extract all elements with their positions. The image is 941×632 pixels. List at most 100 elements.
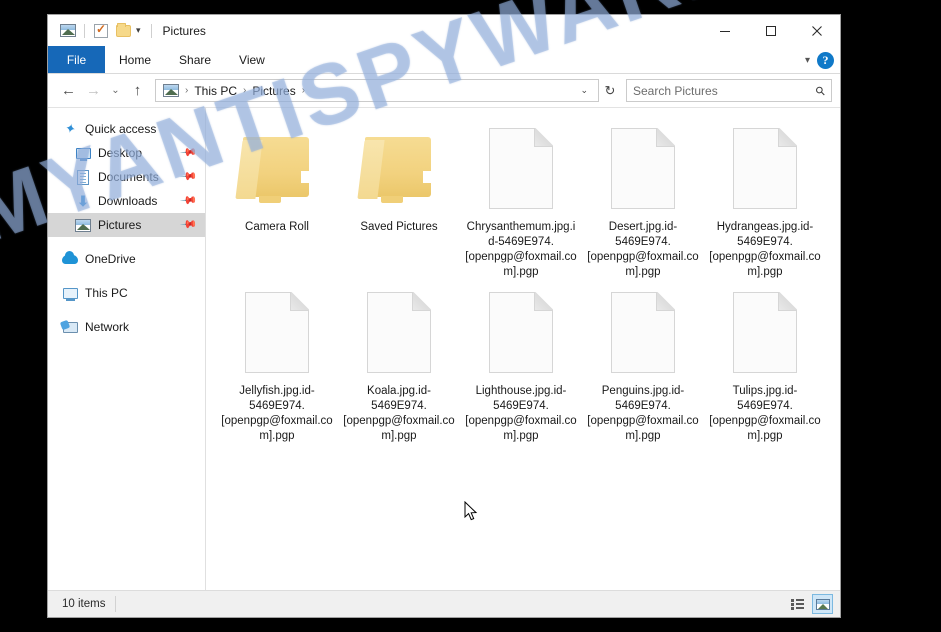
recent-locations-icon[interactable]: ⌄ (106, 78, 125, 103)
tab-view[interactable]: View (225, 46, 279, 73)
sidebar-label-quick-access: Quick access (85, 122, 157, 136)
sidebar-label-this-pc: This PC (85, 286, 128, 300)
sidebar-item-pictures[interactable]: Pictures 📌 (48, 213, 205, 237)
sidebar-label-network: Network (85, 320, 130, 334)
blank-file-icon (245, 284, 309, 380)
breadcrumb-pictures[interactable]: Pictures (249, 84, 298, 98)
item-count-label: 10 items (62, 598, 106, 610)
ribbon-right-controls: ▾ ? (805, 46, 834, 74)
pictures-icon (74, 218, 92, 232)
ribbon-tab-bar: File Home Share View ▾ ? (48, 46, 840, 74)
window-title: Pictures (162, 23, 206, 38)
file-explorer-window: ▾ Pictures File Home Share View (47, 14, 841, 618)
toolbar-divider-2 (150, 23, 152, 38)
breadcrumb[interactable]: › This PC › Pictures › ⌄ (155, 79, 599, 102)
file-label: Chrysanthemum.jpg.id-5469E974.[openpgp@f… (465, 221, 577, 278)
pin-icon[interactable]: 📌 (180, 167, 199, 186)
navigation-pane: ✦ Quick access Desktop 📌 Documents 📌 ⬇ D… (48, 108, 206, 590)
sidebar-label-documents: Documents (98, 170, 159, 184)
pin-icon[interactable]: 📌 (180, 143, 199, 162)
blank-file-icon (489, 120, 553, 216)
address-bar: ← → ⌄ ↑ › This PC › Pictures › ⌄ ↻ Searc… (48, 74, 840, 107)
tab-file[interactable]: File (48, 46, 105, 73)
file-label: Tulips.jpg.id-5469E974.[openpgp@foxmail.… (709, 385, 821, 442)
sidebar-item-network[interactable]: Network (48, 315, 205, 339)
quick-access-toolbar: ▾ (48, 20, 157, 42)
properties-icon[interactable] (90, 20, 112, 42)
tab-home[interactable]: Home (105, 46, 165, 73)
sidebar-item-this-pc[interactable]: This PC (48, 281, 205, 305)
documents-icon (74, 169, 92, 185)
blank-file-icon (489, 284, 553, 380)
sidebar-label-pictures: Pictures (98, 218, 142, 232)
sidebar-label-desktop: Desktop (98, 146, 143, 160)
list-item[interactable]: Tulips.jpg.id-5469E974.[openpgp@foxmail.… (704, 280, 826, 444)
pictures-icon[interactable] (57, 20, 79, 42)
refresh-icon[interactable]: ↻ (599, 79, 621, 102)
file-grid: Camera Roll Saved Pictures Chrysanthemum… (216, 116, 840, 444)
desktop-monitor-icon (74, 147, 92, 161)
file-list-area[interactable]: Camera Roll Saved Pictures Chrysanthemum… (206, 108, 840, 590)
status-bar: 10 items (48, 590, 840, 617)
file-label: Camera Roll (245, 221, 309, 233)
search-placeholder: Search Pictures (633, 83, 718, 98)
new-folder-icon[interactable] (112, 20, 134, 42)
blank-file-icon (733, 120, 797, 216)
maximize-button[interactable] (748, 15, 794, 46)
list-item[interactable]: Hydrangeas.jpg.id-5469E974.[openpgp@foxm… (704, 116, 826, 280)
folder-icon (357, 120, 437, 216)
breadcrumb-this-pc[interactable]: This PC (191, 84, 240, 98)
pin-icon[interactable]: 📌 (180, 215, 199, 234)
this-pc-icon (61, 287, 79, 301)
breadcrumb-pictures-icon (160, 84, 182, 97)
list-item[interactable]: Koala.jpg.id-5469E974.[openpgp@foxmail.c… (338, 280, 460, 444)
downloads-arrow-icon: ⬇ (77, 193, 89, 209)
address-dropdown-icon[interactable]: ⌄ (574, 85, 594, 96)
mouse-cursor (464, 501, 478, 521)
pin-icon[interactable]: 📌 (180, 191, 199, 210)
large-icons-view-icon (815, 598, 830, 610)
list-item[interactable]: Camera Roll (216, 116, 338, 280)
minimize-button[interactable] (702, 15, 748, 46)
file-label: Koala.jpg.id-5469E974.[openpgp@foxmail.c… (343, 385, 455, 442)
sidebar-item-onedrive[interactable]: OneDrive (48, 247, 205, 271)
chevron-down-icon[interactable]: ▾ (134, 25, 146, 36)
toolbar-divider (84, 23, 85, 38)
details-view-button[interactable] (787, 594, 808, 614)
status-divider (115, 596, 117, 612)
folder-icon (235, 120, 315, 216)
star-pin-icon: ✦ (63, 120, 77, 137)
help-icon[interactable]: ? (817, 51, 834, 69)
list-item[interactable]: Chrysanthemum.jpg.id-5469E974.[openpgp@f… (460, 116, 582, 280)
blank-file-icon (611, 284, 675, 380)
search-input[interactable]: Search Pictures ⚲ (626, 79, 832, 102)
large-icons-view-button[interactable] (812, 594, 833, 614)
window-body: ✦ Quick access Desktop 📌 Documents 📌 ⬇ D… (48, 107, 840, 590)
sidebar-item-downloads[interactable]: ⬇ Downloads 📌 (48, 189, 205, 213)
sidebar-item-quick-access[interactable]: ✦ Quick access (48, 117, 205, 141)
list-item[interactable]: Jellyfish.jpg.id-5469E974.[openpgp@foxma… (216, 280, 338, 444)
list-item[interactable]: Desert.jpg.id-5469E974.[openpgp@foxmail.… (582, 116, 704, 280)
onedrive-cloud-icon (61, 250, 79, 264)
blank-file-icon (733, 284, 797, 380)
screen: ▾ Pictures File Home Share View (0, 0, 941, 632)
breadcrumb-separator-1[interactable]: › (240, 85, 249, 96)
back-button[interactable]: ← (56, 78, 81, 103)
expand-ribbon-icon[interactable]: ▾ (805, 55, 810, 66)
list-item[interactable]: Saved Pictures (338, 116, 460, 280)
title-bar: ▾ Pictures (48, 15, 840, 46)
breadcrumb-separator-2[interactable]: › (299, 85, 308, 96)
file-label: Jellyfish.jpg.id-5469E974.[openpgp@foxma… (221, 385, 333, 442)
sidebar-item-documents[interactable]: Documents 📌 (48, 165, 205, 189)
list-item[interactable]: Lighthouse.jpg.id-5469E974.[openpgp@foxm… (460, 280, 582, 444)
tab-share[interactable]: Share (165, 46, 225, 73)
sidebar-label-downloads: Downloads (98, 194, 158, 208)
sidebar-item-desktop[interactable]: Desktop 📌 (48, 141, 205, 165)
up-button[interactable]: ↑ (125, 78, 150, 103)
window-controls (702, 15, 840, 46)
file-label: Saved Pictures (360, 221, 438, 233)
list-item[interactable]: Penguins.jpg.id-5469E974.[openpgp@foxmai… (582, 280, 704, 444)
close-button[interactable] (794, 15, 840, 46)
forward-button[interactable]: → (81, 78, 106, 103)
details-view-icon (791, 598, 804, 610)
